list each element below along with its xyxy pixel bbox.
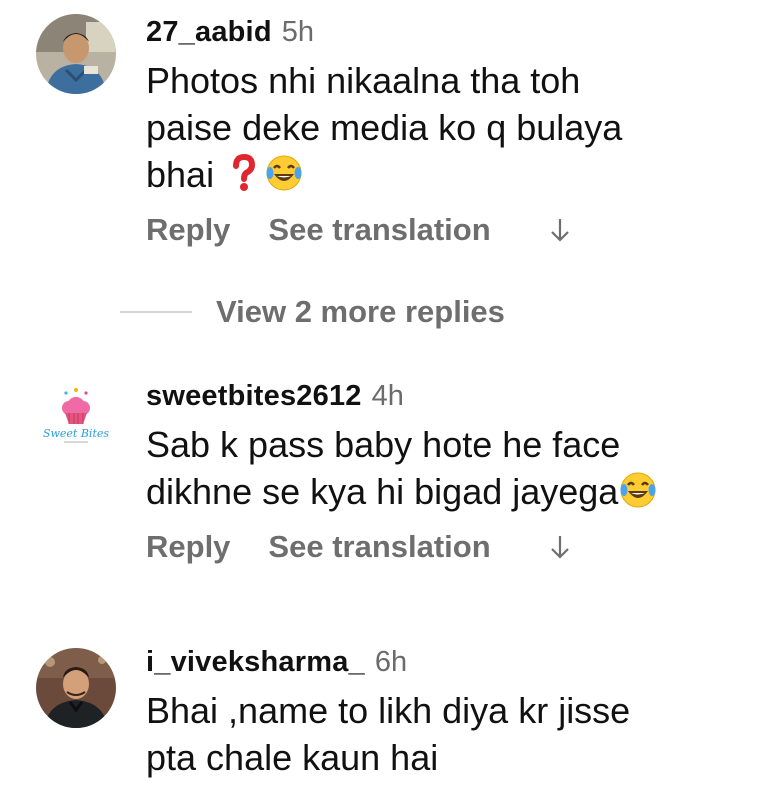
avatar[interactable]: [36, 14, 116, 94]
avatar-text: Sweet Bites: [43, 427, 109, 440]
comment-body: 27_aabid 5h Photos nhi nikaalna tha toh p…: [146, 16, 752, 248]
username[interactable]: 27_aabid: [146, 16, 272, 49]
timestamp: 5h: [281, 16, 314, 48]
comment-text-line: bhai: [146, 154, 215, 195]
comment-text-line: Bhai ,name to likh diya kr jisse: [146, 690, 631, 731]
comments-thread: 27_aabid 5h Photos nhi nikaalna tha toh p…: [0, 0, 772, 800]
username[interactable]: i_viveksharma_: [146, 646, 365, 679]
arrow-down-icon[interactable]: [549, 216, 571, 244]
reply-button[interactable]: Reply: [146, 212, 230, 248]
comment-text-line: dikhne se kya hi bigad jayega: [146, 471, 619, 512]
laughing-emoji-icon: [618, 470, 658, 510]
timestamp: 6h: [374, 646, 408, 678]
comment-text-line: Photos nhi nikaalna tha toh: [146, 60, 581, 101]
red-question-mark-icon: [224, 153, 264, 193]
comment-text: Photos nhi nikaalna tha toh paise deke me…: [146, 57, 752, 198]
comment-actions: Reply See translation: [146, 212, 752, 248]
comment-actions: Reply See translation: [146, 529, 752, 565]
see-translation-button[interactable]: See translation: [268, 212, 490, 248]
comment-body: i_viveksharma_ 6h Bhai ,name to likh diy…: [146, 646, 752, 781]
comment-body: sweetbites2612 4h Sab k pass baby hote h…: [146, 380, 752, 565]
comment-text: Sab k pass baby hote he face dikhne se ky…: [146, 421, 752, 515]
timestamp: 4h: [371, 380, 404, 412]
comment-text: Bhai ,name to likh diya kr jisse pta chal…: [146, 687, 752, 781]
comment-text-line: pta chale kaun hai: [146, 737, 439, 778]
see-translation-button[interactable]: See translation: [268, 529, 490, 565]
divider-line: [120, 311, 192, 313]
comment-text-line: Sab k pass baby hote he face: [146, 424, 621, 465]
reply-button[interactable]: Reply: [146, 529, 230, 565]
username[interactable]: sweetbites2612: [146, 380, 362, 413]
avatar[interactable]: Sweet Bites: [36, 380, 116, 460]
view-more-replies-label: View 2 more replies: [216, 294, 505, 329]
arrow-down-icon[interactable]: [549, 533, 571, 561]
view-more-replies-button[interactable]: View 2 more replies: [120, 294, 505, 330]
laughing-emoji-icon: [264, 153, 304, 193]
avatar[interactable]: [36, 648, 116, 728]
comment-text-line: paise deke media ko q bulaya: [146, 107, 623, 148]
